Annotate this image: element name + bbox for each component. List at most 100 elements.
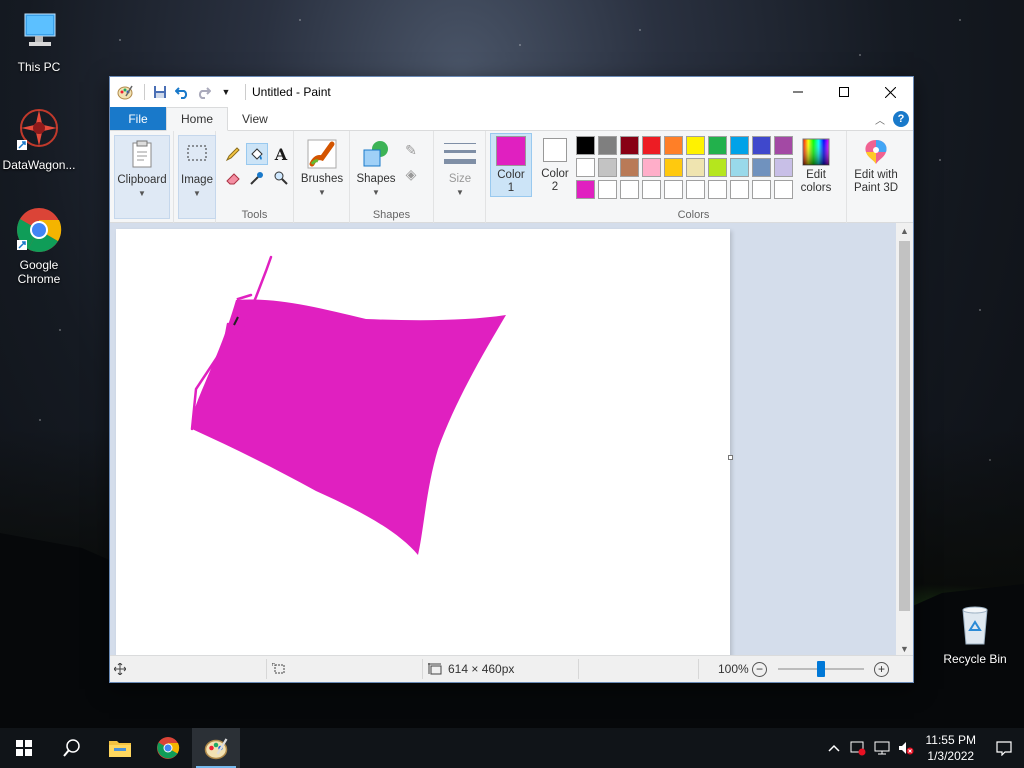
start-icon [16,740,32,756]
palette-swatch[interactable] [708,158,727,177]
ribbon-tabs: File Home View ︿ ? [110,107,913,131]
color2-button[interactable]: Color 2 [534,133,576,197]
tab-home[interactable]: Home [166,107,229,131]
clipboard-button[interactable]: Clipboard ▼ [114,135,170,219]
scroll-thumb[interactable] [899,241,910,611]
palette-swatch[interactable] [576,180,595,199]
palette-swatch[interactable] [642,136,661,155]
shapes-group-label: Shapes [372,209,411,221]
palette-swatch[interactable] [730,180,749,199]
palette-swatch[interactable] [730,158,749,177]
shape-fill-icon[interactable]: ◈ [400,163,422,185]
palette-swatch[interactable] [686,158,705,177]
desktop-icon-recycle-bin[interactable]: Recycle Bin [936,600,1014,666]
palette-swatch[interactable] [642,180,661,199]
palette-swatch[interactable] [752,136,771,155]
palette-swatch[interactable] [664,180,683,199]
edit-with-paint3d-button[interactable]: Edit with Paint 3D [849,135,903,205]
help-icon[interactable]: ? [893,111,909,127]
brushes-button[interactable]: Brushes ▼ [298,135,346,205]
palette-swatch[interactable] [686,136,705,155]
clipboard-icon [126,139,158,171]
zoom-in-button[interactable]: + [874,656,889,682]
title-bar[interactable]: ▼ Untitled - Paint [110,77,913,107]
undo-icon[interactable] [173,83,191,101]
tab-view[interactable]: View [228,107,282,130]
desktop-icon-this-pc[interactable]: This PC [0,8,78,74]
color1-label: Color [497,169,525,181]
notification-icon [996,741,1012,756]
palette-swatch[interactable] [774,180,793,199]
edit-colors-button[interactable]: Edit colors [794,135,838,205]
security-icon[interactable] [846,728,870,768]
close-button[interactable] [867,77,913,107]
search-button[interactable] [48,728,96,768]
palette-swatch[interactable] [664,136,683,155]
palette-swatch[interactable] [642,158,661,177]
color-picker-icon[interactable] [246,167,268,189]
palette-swatch[interactable] [620,180,639,199]
volume-icon[interactable] [894,728,918,768]
image-label: Image [181,174,213,186]
palette-swatch[interactable] [774,136,793,155]
notifications-button[interactable] [984,728,1024,768]
selection-size-icon [272,656,286,682]
taskbar-file-explorer[interactable] [96,728,144,768]
shapes-label: Shapes [356,173,396,185]
image-button[interactable]: Image ▼ [178,135,216,219]
palette-swatch[interactable] [752,180,771,199]
taskbar-clock[interactable]: 11:55 PM 1/3/2022 [918,732,984,764]
show-hidden-icons[interactable] [822,728,846,768]
palette-swatch[interactable] [598,136,617,155]
palette-swatch[interactable] [774,158,793,177]
taskbar-chrome[interactable] [144,728,192,768]
eraser-icon[interactable] [222,167,244,189]
desktop-icon-google-chrome[interactable]: Google Chrome [0,206,78,286]
datawagon-icon [15,106,63,154]
shapes-button[interactable]: Shapes ▼ [354,135,398,205]
chrome-icon [15,206,63,254]
vertical-scrollbar[interactable]: ▲ ▼ [896,223,913,657]
outline-icon[interactable]: ✎ [400,139,422,161]
customize-toolbar-icon[interactable]: ▼ [217,83,235,101]
group-tools: A Tools [216,131,294,223]
palette-swatch[interactable] [664,158,683,177]
text-icon[interactable]: A [270,143,292,165]
zoom-out-button[interactable]: − [752,656,767,682]
palette-swatch[interactable] [576,158,595,177]
resize-handle-right[interactable] [728,455,733,460]
palette-swatch[interactable] [708,136,727,155]
palette-swatch[interactable] [708,180,727,199]
size-button[interactable]: Size ▼ [438,135,482,205]
tab-file[interactable]: File [110,107,166,130]
paint-app-icon[interactable] [116,83,134,101]
desktop-icon-datawagon[interactable]: DataWagon... [0,106,78,172]
collapse-ribbon-icon[interactable]: ︿ [875,112,885,127]
group-clipboard: Clipboard ▼ [110,131,174,223]
network-icon[interactable] [870,728,894,768]
group-paint3d: Edit with Paint 3D [846,131,902,223]
palette-swatch[interactable] [598,158,617,177]
zoom-slider-thumb[interactable] [817,661,825,677]
minimize-button[interactable] [775,77,821,107]
palette-swatch[interactable] [576,136,595,155]
magnifier-icon[interactable] [270,167,292,189]
drawing-canvas[interactable] [116,229,733,657]
save-icon[interactable] [151,83,169,101]
palette-swatch[interactable] [620,158,639,177]
paint3d-label-2: Paint 3D [853,182,899,194]
pencil-icon[interactable] [222,143,244,165]
palette-swatch[interactable] [730,136,749,155]
maximize-button[interactable] [821,77,867,107]
palette-swatch[interactable] [598,180,617,199]
scroll-up-icon[interactable]: ▲ [896,223,913,239]
palette-swatch[interactable] [686,180,705,199]
taskbar-paint[interactable] [192,728,240,768]
tools-group-label: Tools [241,209,268,221]
fill-icon[interactable] [246,143,268,165]
palette-swatch[interactable] [752,158,771,177]
palette-swatch[interactable] [620,136,639,155]
redo-icon[interactable] [195,83,213,101]
start-button[interactable] [0,728,48,768]
color1-button[interactable]: Color 1 [490,133,532,197]
